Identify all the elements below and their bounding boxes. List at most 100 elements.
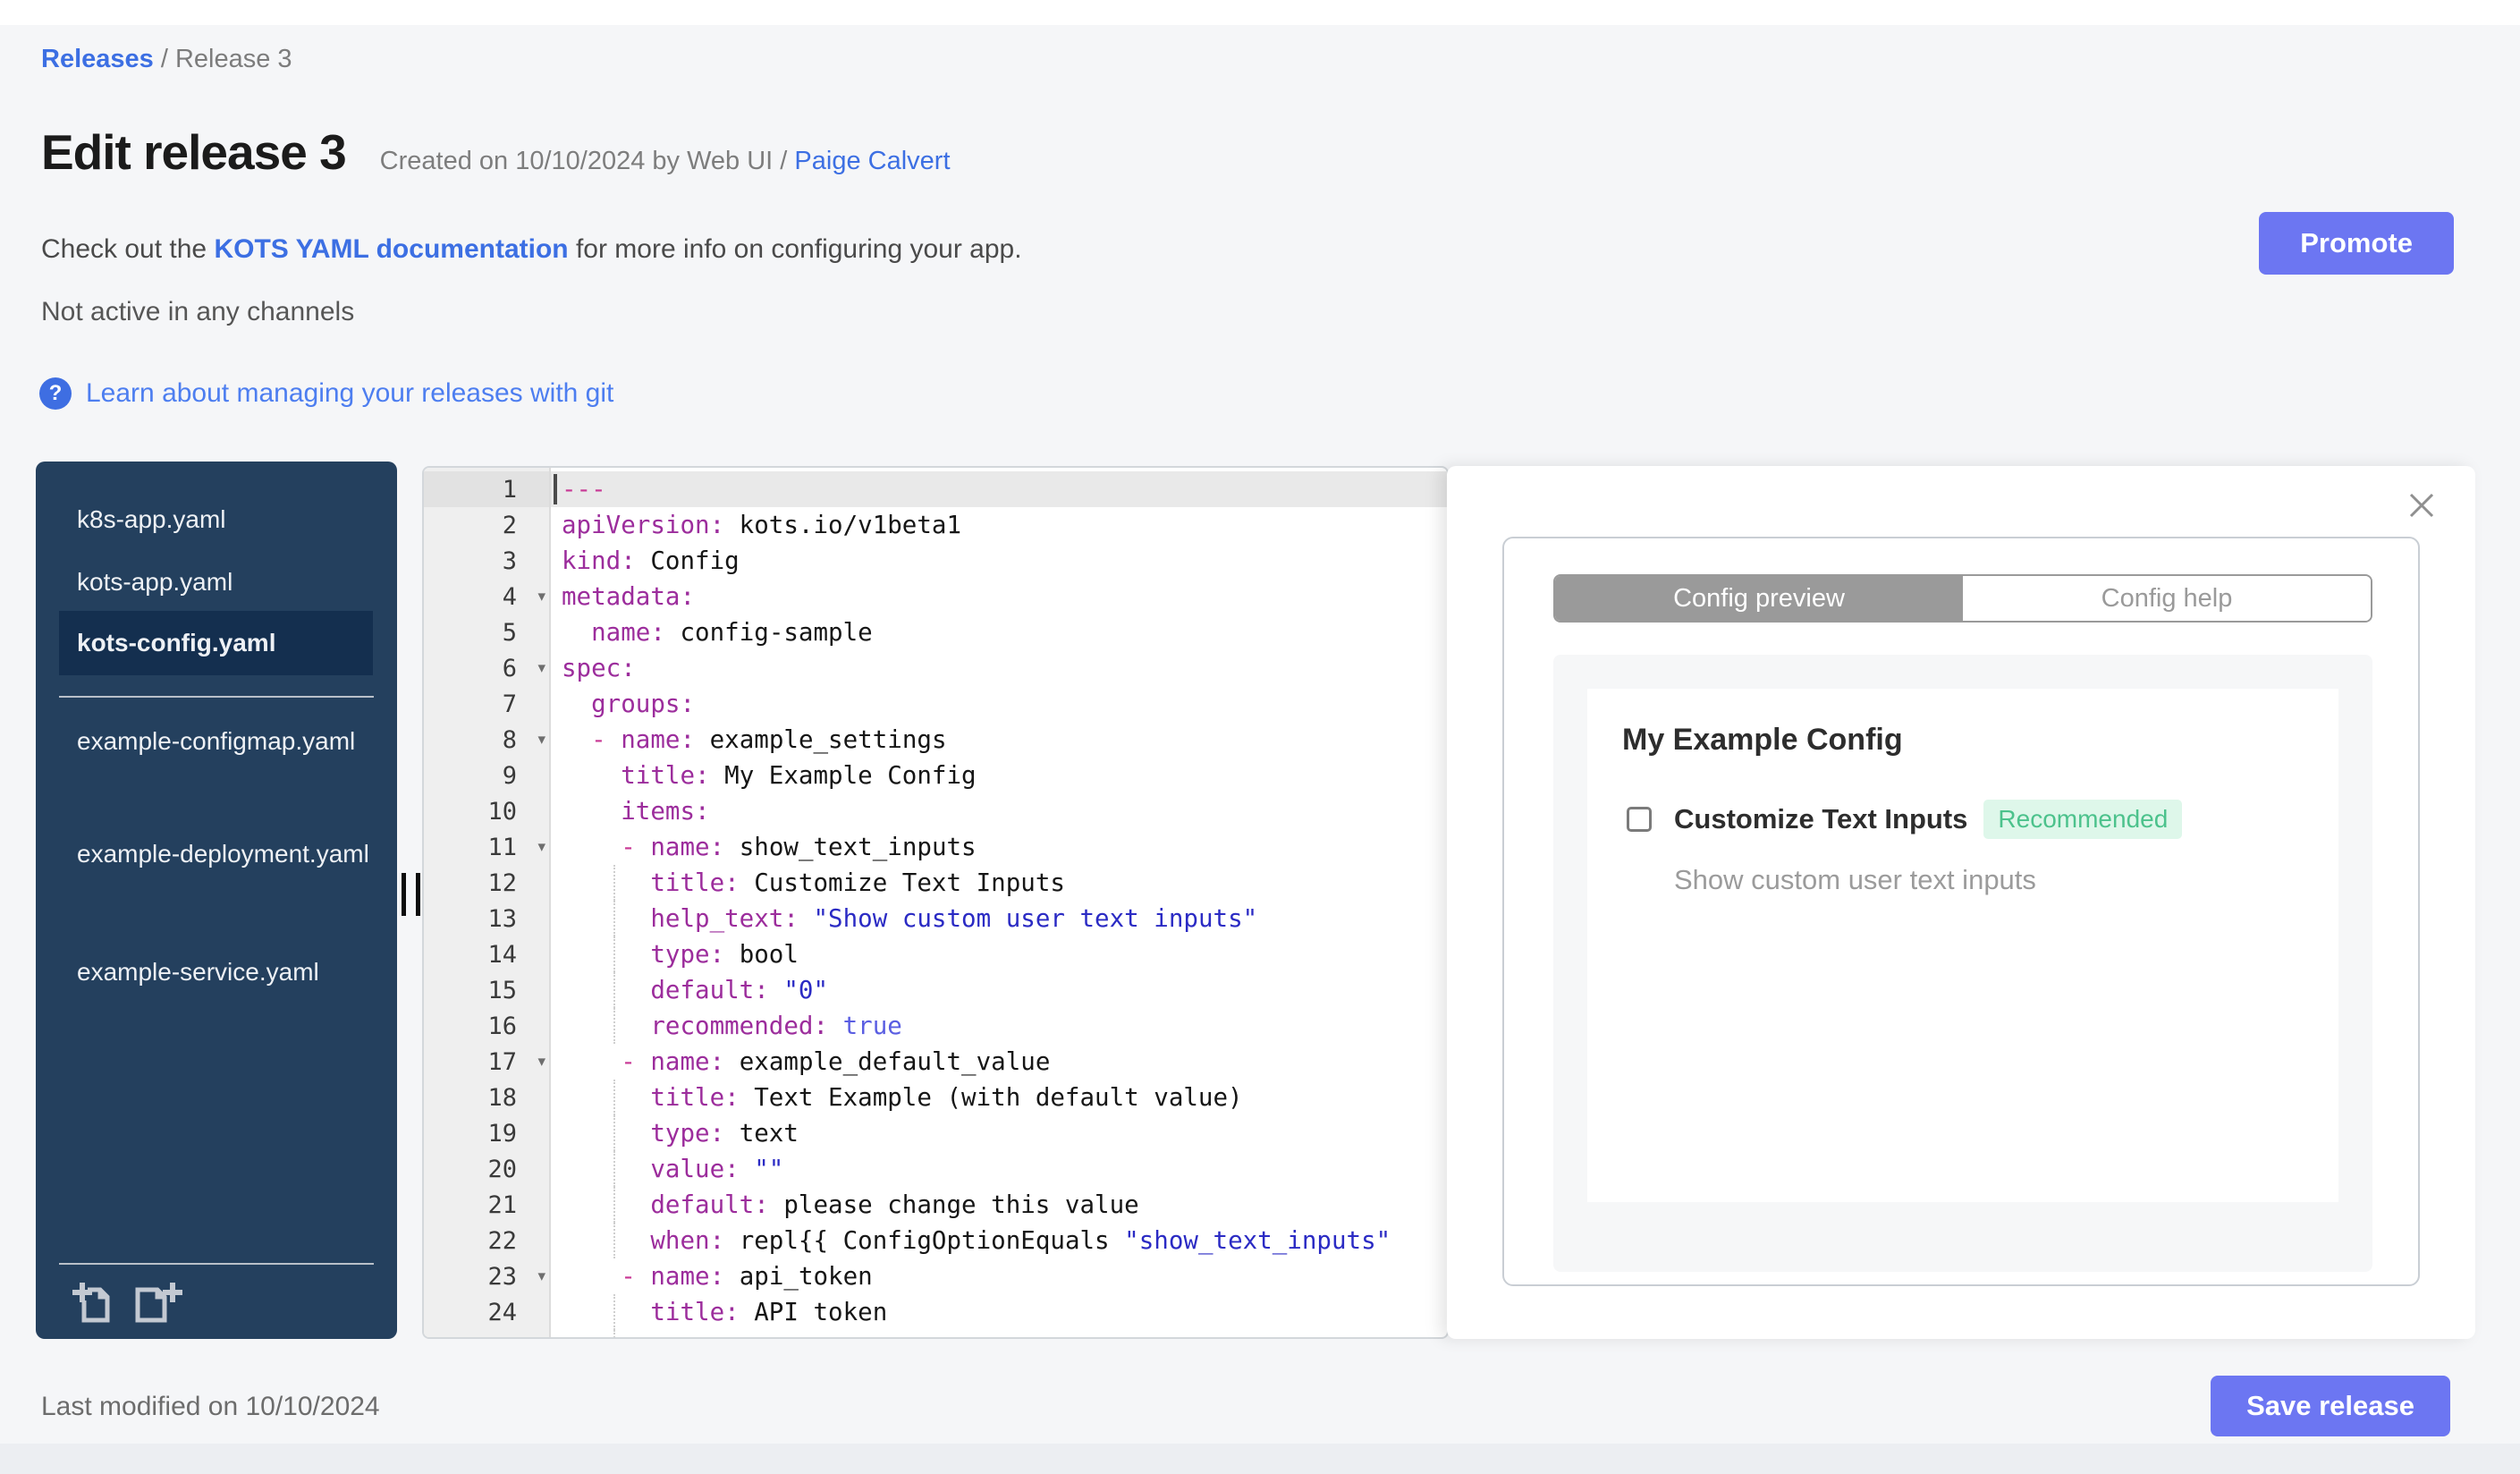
- fold-arrow-icon[interactable]: ▾: [537, 838, 545, 856]
- indent-guide: [613, 901, 615, 936]
- new-file-icon[interactable]: [129, 1277, 184, 1327]
- docs-text-before: Check out the: [41, 234, 215, 264]
- customize-text-inputs-checkbox[interactable]: [1627, 807, 1652, 832]
- code-line-9[interactable]: 9 title: My Example Config: [424, 758, 1447, 793]
- last-modified-text: Last modified on 10/10/2024: [41, 1392, 380, 1421]
- sidebar-actions: [68, 1277, 184, 1327]
- indent-guide: [613, 1008, 615, 1044]
- question-mark-icon: ?: [39, 377, 72, 410]
- line-number: 22: [487, 1226, 517, 1255]
- docs-line: Check out the KOTS YAML documentation fo…: [41, 234, 1022, 265]
- indent-guide: [613, 865, 615, 901]
- config-item-label: Customize Text Inputs: [1674, 803, 1968, 834]
- code-line-8[interactable]: 8 ▾ - name: example_settings: [424, 722, 1447, 758]
- text-cursor: [554, 474, 557, 504]
- code-line-22[interactable]: 22 when: repl{{ ConfigOptionEquals "show…: [424, 1223, 1447, 1258]
- line-number: 18: [487, 1083, 517, 1112]
- indent-guide: [613, 1330, 615, 1337]
- yaml-editor[interactable]: 1 --- 2 apiVersion: kots.io/v1beta1 3 kind: C…: [422, 466, 1449, 1339]
- git-releases-help-link[interactable]: Learn about managing your releases with …: [86, 378, 613, 409]
- edit-release-page: Releases / Release 3 Edit release 3 Crea…: [0, 0, 2520, 1474]
- indent-guide: [613, 1294, 615, 1330]
- indent-guide: [613, 972, 615, 1008]
- code-line-4[interactable]: 4 ▾ metadata:: [424, 579, 1447, 614]
- config-item-row: Customize Text Inputs Recommended: [1627, 800, 2183, 839]
- fold-arrow-icon[interactable]: ▾: [537, 1053, 545, 1071]
- sidebar-file-example-configmap.yaml[interactable]: example-configmap.yaml: [77, 719, 376, 764]
- line-number: 1: [502, 475, 517, 504]
- line-number: 9: [502, 761, 517, 790]
- code-line-23[interactable]: 23 ▾ - name: api_token: [424, 1258, 1447, 1294]
- line-number: 25: [487, 1334, 549, 1338]
- line-number: 15: [487, 976, 517, 1004]
- code-line-20[interactable]: 20 value: "": [424, 1151, 1447, 1187]
- code-line-15[interactable]: 15 default: "0": [424, 972, 1447, 1008]
- code-line-10[interactable]: 10 items:: [424, 793, 1447, 829]
- line-number: 3: [502, 546, 517, 575]
- breadcrumb-releases-link[interactable]: Releases: [41, 45, 154, 73]
- kots-yaml-docs-link[interactable]: KOTS YAML documentation: [214, 234, 568, 264]
- indent-guide: [613, 1115, 615, 1151]
- sidebar-file-kots-app.yaml[interactable]: kots-app.yaml: [77, 560, 376, 605]
- promote-button[interactable]: Promote: [2259, 212, 2454, 275]
- code-line-3[interactable]: 3 kind: Config: [424, 543, 1447, 579]
- code-line-18[interactable]: 18 title: Text Example (with default val…: [424, 1080, 1447, 1115]
- created-text: Created on 10/10/2024 by Web UI /: [379, 147, 795, 175]
- code-line-2[interactable]: 2 apiVersion: kots.io/v1beta1: [424, 507, 1447, 543]
- code-line-12[interactable]: 12 title: Customize Text Inputs: [424, 865, 1447, 901]
- tab-config-help[interactable]: Config help: [1963, 576, 2371, 621]
- created-meta: Created on 10/10/2024 by Web UI / Paige …: [380, 147, 951, 176]
- code-line-6[interactable]: 6 ▾ spec:: [424, 650, 1447, 686]
- indent-guide: [613, 936, 615, 972]
- code-lines: 1 --- 2 apiVersion: kots.io/v1beta1 3 kind: C…: [424, 468, 1447, 1338]
- sidebar-file-k8s-app.yaml[interactable]: k8s-app.yaml: [77, 497, 376, 542]
- close-icon[interactable]: [2406, 489, 2438, 521]
- sidebar-file-example-service.yaml[interactable]: example-service.yaml: [77, 950, 376, 995]
- sidebar-resize-handle[interactable]: [402, 873, 420, 916]
- created-by-link[interactable]: Paige Calvert: [794, 147, 950, 175]
- page-title: Edit release 3: [41, 124, 347, 180]
- line-number: 12: [487, 868, 517, 897]
- preview-tab-group: Config preview Config help: [1553, 574, 2372, 623]
- code-line-17[interactable]: 17 ▾ - name: example_default_value: [424, 1044, 1447, 1080]
- indent-guide: [613, 1223, 615, 1258]
- fold-arrow-icon[interactable]: ▾: [537, 659, 545, 677]
- code-line-14[interactable]: 14 type: bool: [424, 936, 1447, 972]
- top-strip: [0, 0, 2520, 25]
- config-group-title: My Example Config: [1622, 723, 1903, 757]
- add-file-icon[interactable]: [68, 1277, 118, 1327]
- docs-text-after: for more info on configuring your app.: [568, 234, 1022, 264]
- code-line-16[interactable]: 16 recommended: true: [424, 1008, 1447, 1044]
- code-line-21[interactable]: 21 default: please change this value: [424, 1187, 1447, 1223]
- code-line-5[interactable]: 5 name: config-sample: [424, 614, 1447, 650]
- config-preview-modal: Config preview Config help My Example Co…: [1502, 537, 2420, 1286]
- fold-arrow-icon[interactable]: ▾: [537, 731, 545, 749]
- fold-arrow-icon[interactable]: ▾: [537, 1267, 545, 1285]
- git-help-row: ? Learn about managing your releases wit…: [39, 377, 613, 410]
- line-number: 19: [487, 1119, 517, 1148]
- line-number: 21: [487, 1190, 517, 1219]
- channel-status: Not active in any channels: [41, 297, 355, 326]
- code-line-7[interactable]: 7 groups:: [424, 686, 1447, 722]
- preview-body: My Example Config Customize Text Inputs …: [1553, 655, 2372, 1272]
- code-line-25[interactable]: 25 type: password: [424, 1330, 1447, 1338]
- code-line-11[interactable]: 11 ▾ - name: show_text_inputs: [424, 829, 1447, 865]
- code-line-13[interactable]: 13 help_text: "Show custom user text inp…: [424, 901, 1447, 936]
- code-line-24[interactable]: 24 title: API token: [424, 1294, 1447, 1330]
- breadcrumb-current: Release 3: [174, 45, 292, 73]
- breadcrumb: Releases / Release 3: [41, 45, 292, 74]
- line-number: 14: [487, 940, 517, 969]
- indent-guide: [613, 1187, 615, 1223]
- sidebar-file-example-deployment.yaml[interactable]: example-deployment.yaml: [77, 832, 376, 877]
- fold-arrow-icon[interactable]: ▾: [537, 588, 545, 606]
- line-number: 24: [487, 1298, 517, 1326]
- save-release-button[interactable]: Save release: [2211, 1376, 2450, 1436]
- sidebar-divider-top: [59, 696, 374, 698]
- sidebar-divider-bottom: [59, 1263, 374, 1265]
- bottom-band: [0, 1444, 2520, 1474]
- title-row: Edit release 3 Created on 10/10/2024 by …: [41, 123, 951, 181]
- sidebar-file-kots-config.yaml[interactable]: kots-config.yaml: [59, 611, 373, 675]
- tab-config-preview[interactable]: Config preview: [1555, 576, 1963, 621]
- code-line-1[interactable]: 1 ---: [424, 471, 1447, 507]
- code-line-19[interactable]: 19 type: text: [424, 1115, 1447, 1151]
